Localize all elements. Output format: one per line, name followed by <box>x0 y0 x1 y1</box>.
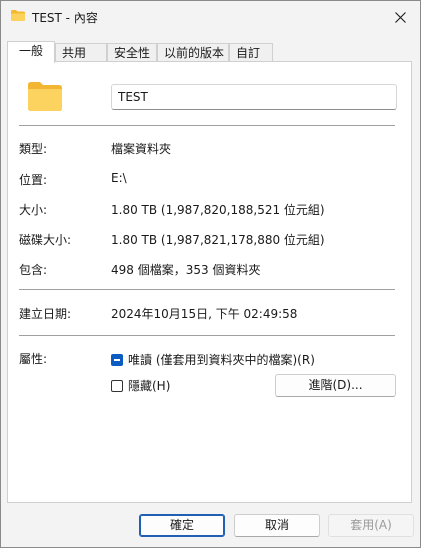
created-value: 2024年10月15日, 下午 02:49:58 <box>111 307 298 321</box>
contains-value: 498 個檔案，353 個資料夾 <box>111 263 261 277</box>
folder-name-input[interactable] <box>111 84 397 110</box>
cancel-button[interactable]: 取消 <box>234 514 320 537</box>
size-label: 大小: <box>19 203 48 217</box>
tab-sharing-label: 共用 <box>62 46 87 60</box>
tab-customize-label: 自訂 <box>236 46 261 60</box>
type-value: 檔案資料夾 <box>111 142 172 156</box>
advanced-button[interactable]: 進階(D)... <box>275 374 396 397</box>
general-panel: 類型: 檔案資料夾 位置: E:\ 大小: 1.80 TB (1,987,820… <box>7 61 412 503</box>
readonly-checkbox-row[interactable]: 唯讀 (僅套用到資料夾中的檔案)(R) <box>111 351 315 368</box>
size-value: 1.80 TB (1,987,820,188,521 位元組) <box>111 203 325 217</box>
contains-label: 包含: <box>19 263 48 277</box>
dialog-buttons: 確定 取消 套用(A) <box>1 503 420 547</box>
readonly-label: 唯讀 (僅套用到資料夾中的檔案)(R) <box>128 353 315 367</box>
tab-security-label: 安全性 <box>114 46 151 60</box>
hidden-checkbox-row[interactable]: 隱藏(H) <box>111 377 170 394</box>
close-button[interactable] <box>388 5 412 29</box>
created-label: 建立日期: <box>19 307 72 321</box>
apply-button[interactable]: 套用(A) <box>328 514 414 537</box>
hidden-label: 隱藏(H) <box>128 379 171 393</box>
location-label: 位置: <box>19 173 48 187</box>
attributes-label: 屬性: <box>19 352 48 366</box>
divider <box>19 125 395 126</box>
tab-customize[interactable]: 自訂 <box>229 43 273 62</box>
close-icon <box>394 11 406 23</box>
type-label: 類型: <box>19 142 48 156</box>
disk-size-label: 磁碟大小: <box>19 233 72 247</box>
tab-security[interactable]: 安全性 <box>107 43 157 62</box>
folder-icon <box>11 10 25 21</box>
tab-general[interactable]: 一般 <box>7 41 55 63</box>
window-title: TEST - 內容 <box>32 11 98 25</box>
tab-general-label: 一般 <box>18 44 43 58</box>
ok-button[interactable]: 確定 <box>139 514 225 537</box>
tab-previous-versions-label: 以前的版本 <box>164 46 225 60</box>
readonly-checkbox[interactable] <box>111 353 123 366</box>
disk-size-value: 1.80 TB (1,987,821,178,880 位元組) <box>111 233 325 247</box>
hidden-checkbox[interactable] <box>111 379 123 392</box>
properties-window: TEST - 內容 一般 共用 安全性 以前的版本 自訂 類型: 檔案資料夾 位… <box>0 0 421 548</box>
title-bar: TEST - 內容 <box>1 1 420 33</box>
folder-large-icon <box>28 82 62 111</box>
divider <box>19 335 395 336</box>
tab-sharing[interactable]: 共用 <box>55 43 107 62</box>
tab-previous-versions[interactable]: 以前的版本 <box>157 43 229 62</box>
location-value: E:\ <box>111 171 127 185</box>
divider <box>19 289 395 290</box>
